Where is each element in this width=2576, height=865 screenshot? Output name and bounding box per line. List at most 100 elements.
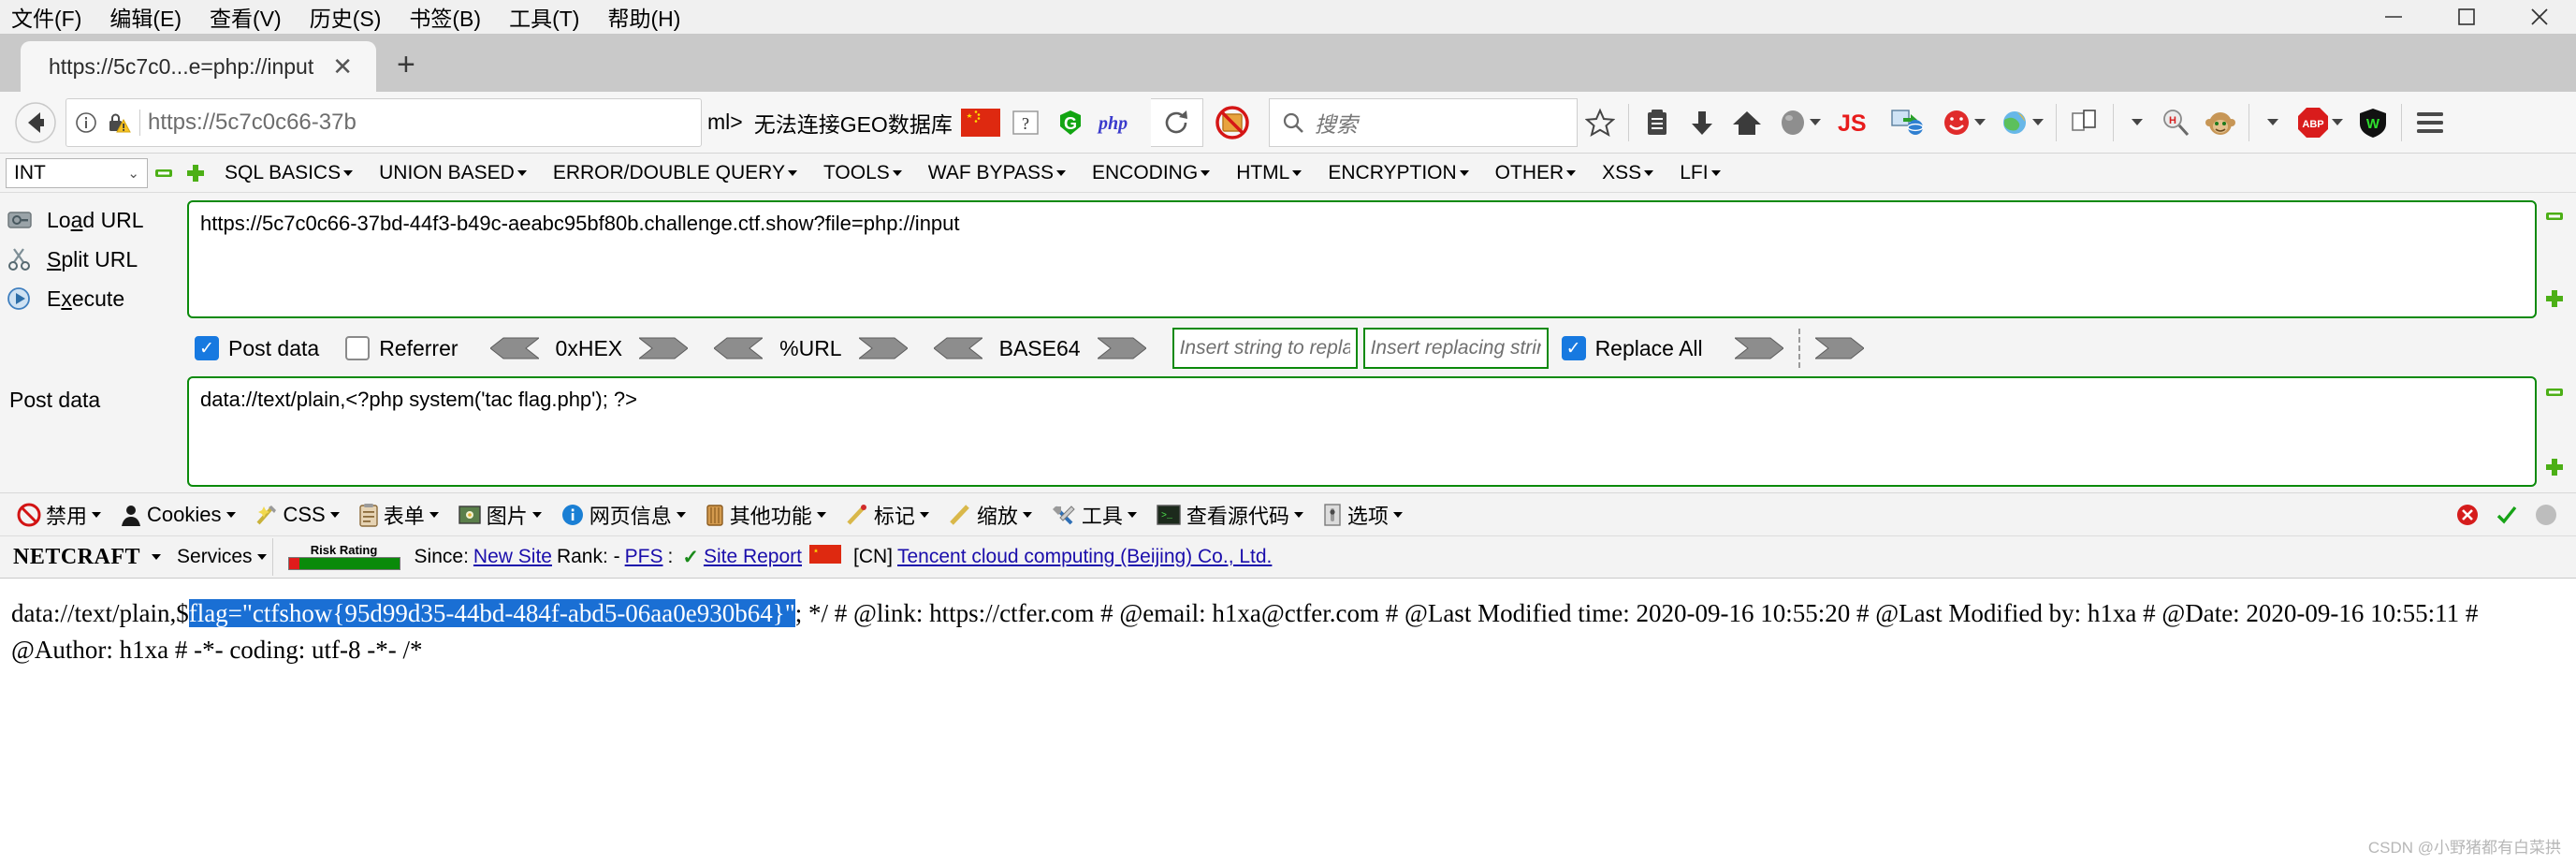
menu-error-double-query[interactable]: ERROR/DOUBLE QUERY	[540, 162, 810, 184]
pfs-link[interactable]: PFS	[625, 546, 663, 568]
close-icon[interactable]	[2503, 0, 2576, 34]
execute-button[interactable]: Execute	[6, 279, 187, 318]
chevron-down-icon[interactable]	[2331, 119, 2343, 125]
netcraft-logo[interactable]: NETCRAFT	[13, 545, 140, 570]
menu-encryption[interactable]: ENCRYPTION	[1315, 162, 1481, 184]
chevron-down-icon[interactable]	[2255, 96, 2289, 149]
dev-forms[interactable]: 表单	[349, 500, 448, 530]
menu-html[interactable]: HTML	[1223, 162, 1315, 184]
china-flag-icon[interactable]	[958, 96, 1003, 149]
dev-view-source[interactable]: >_ 查看源代码	[1146, 500, 1313, 530]
dev-cookies[interactable]: Cookies	[110, 503, 244, 527]
ie-tab-icon[interactable]	[1882, 96, 1934, 149]
minus-icon[interactable]	[152, 161, 176, 185]
globe-icon[interactable]	[1992, 96, 2050, 149]
menu-xss[interactable]: XSS	[1589, 162, 1666, 184]
dev-tools[interactable]: 工具	[1041, 500, 1146, 530]
download-icon[interactable]	[1680, 96, 1725, 149]
dev-outline[interactable]: 标记	[836, 500, 939, 530]
chevron-down-icon[interactable]	[2119, 96, 2153, 149]
plus-icon[interactable]	[2544, 288, 2565, 309]
load-url-button[interactable]: Load URL	[6, 200, 187, 240]
menu-encoding[interactable]: ENCODING	[1079, 162, 1223, 184]
url-textarea[interactable]: https://5c7c0c66-37bd-44f3-b49c-aeabc95b…	[187, 200, 2537, 318]
plus-icon[interactable]	[183, 161, 208, 185]
error-icon[interactable]	[2454, 502, 2481, 528]
menu-union-based[interactable]: UNION BASED	[366, 162, 540, 184]
blocked-cookie-icon[interactable]	[1203, 96, 1261, 149]
sphere-icon[interactable]	[1769, 96, 1829, 149]
split-url-button[interactable]: Split URL	[6, 240, 187, 279]
selected-flag-text[interactable]: flag="ctfshow{95d99d35-44bd-484f-abd5-06…	[188, 599, 795, 627]
menu-edit[interactable]: 编辑(E)	[108, 0, 183, 35]
post-data-textarea[interactable]: data://text/plain,<?php system('tac flag…	[187, 376, 2537, 487]
back-arrow-icon[interactable]	[9, 96, 62, 149]
maximize-icon[interactable]	[2430, 0, 2503, 34]
menu-bookmarks[interactable]: 书签(B)	[407, 0, 483, 35]
host-link[interactable]: Tencent cloud computing (Beijing) Co., L…	[897, 546, 1272, 568]
reload-icon[interactable]	[1150, 97, 1203, 147]
minus-icon[interactable]	[2544, 206, 2565, 227]
post-data-checkbox[interactable]	[195, 336, 219, 360]
home-icon[interactable]	[1725, 96, 1769, 149]
replace-from-input[interactable]: Insert string to replace	[1172, 328, 1358, 369]
menu-waf-bypass[interactable]: WAF BYPASS	[915, 162, 1079, 184]
plus-icon[interactable]	[2544, 457, 2565, 477]
hex-encode-button[interactable]	[639, 336, 689, 360]
menu-sql-basics[interactable]: SQL BASICS	[211, 162, 366, 184]
new-site-link[interactable]: New Site	[473, 546, 552, 568]
netcraft-services[interactable]: Services	[177, 546, 253, 568]
address-bar[interactable]: https://5c7c0c66-37b	[65, 97, 702, 147]
chevron-down-icon[interactable]	[256, 554, 267, 560]
dev-disable[interactable]: 禁用	[7, 500, 110, 530]
site-report-link[interactable]: Site Report	[704, 546, 802, 568]
chevron-down-icon[interactable]	[152, 554, 162, 560]
star-icon[interactable]	[1578, 96, 1623, 149]
dev-resize[interactable]: 缩放	[939, 500, 1041, 530]
replace-apply-button[interactable]	[1734, 336, 1783, 360]
menu-file[interactable]: 文件(F)	[9, 0, 83, 35]
bookmark-geo[interactable]: 无法连接GEO数据库	[749, 107, 958, 139]
base64-encode-button[interactable]	[1097, 336, 1146, 360]
php-icon[interactable]: php	[1093, 96, 1151, 149]
dev-page-info[interactable]: 网页信息	[551, 500, 695, 530]
wot-shield-icon[interactable]: W	[2350, 96, 2395, 149]
replace-all-checkbox[interactable]	[1561, 336, 1586, 360]
library-icon[interactable]	[1635, 96, 1680, 149]
chevron-down-icon[interactable]	[1973, 119, 1986, 125]
chevron-down-icon[interactable]	[2031, 119, 2044, 125]
search-input[interactable]: 搜索	[1268, 97, 1578, 147]
dev-options[interactable]: 选项	[1313, 500, 1412, 530]
minus-icon[interactable]	[2544, 382, 2565, 403]
copy-pages-icon[interactable]	[2062, 96, 2107, 149]
new-tab-button[interactable]: +	[397, 49, 415, 81]
base64-decode-button[interactable]	[933, 336, 982, 360]
menu-history[interactable]: 历史(S)	[308, 0, 384, 35]
menu-help[interactable]: 帮助(H)	[605, 0, 682, 35]
menu-view[interactable]: 查看(V)	[208, 0, 284, 35]
browser-tab[interactable]: https://5c7c0...e=php://input ✕	[21, 41, 376, 92]
abp-icon[interactable]: ABP	[2289, 96, 2350, 149]
replace-to-input[interactable]: Insert replacing string	[1362, 328, 1549, 369]
referrer-checkbox[interactable]	[345, 336, 371, 360]
red-smiley-icon[interactable]	[1934, 96, 1992, 149]
menu-other[interactable]: OTHER	[1482, 162, 1590, 184]
dev-css[interactable]: CSS	[245, 503, 349, 527]
hamburger-menu-icon[interactable]	[2408, 96, 2452, 149]
minimize-icon[interactable]	[2357, 0, 2430, 34]
js-icon[interactable]: JS	[1829, 96, 1882, 149]
chevron-down-icon[interactable]	[1809, 119, 1821, 125]
menu-tools[interactable]: TOOLS	[810, 162, 915, 184]
dev-images[interactable]: 图片	[448, 500, 551, 530]
type-select[interactable]: INT ⌄	[6, 157, 148, 188]
hex-decode-button[interactable]	[489, 336, 539, 360]
question-box-icon[interactable]: ?	[1003, 96, 1048, 149]
url-decode-button[interactable]	[714, 336, 764, 360]
circle-icon[interactable]	[2533, 502, 2559, 528]
menu-tools[interactable]: 工具(T)	[507, 0, 581, 35]
url-encode-button[interactable]	[858, 336, 908, 360]
monkey-icon[interactable]	[2198, 96, 2243, 149]
magnifier-h-icon[interactable]: H	[2153, 96, 2198, 149]
replace-apply2-button[interactable]	[1814, 336, 1864, 360]
check-icon[interactable]	[2494, 502, 2520, 528]
